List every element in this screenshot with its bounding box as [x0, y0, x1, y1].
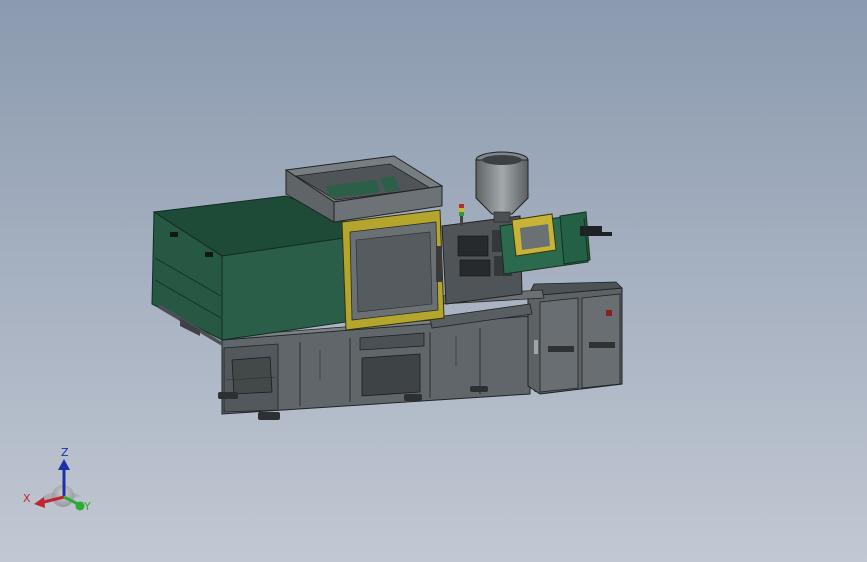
signal-tower	[459, 204, 464, 226]
triad-y-label: Y	[84, 500, 91, 513]
injection-molding-machine-model[interactable]	[0, 0, 867, 562]
injection-barrel	[499, 211, 612, 275]
coordinate-triad[interactable]	[34, 459, 85, 511]
control-cabinet	[527, 281, 623, 395]
triad-z-label: Z	[61, 446, 69, 459]
graphics-viewport[interactable]: Z X Y	[0, 0, 867, 562]
clamp-unit-housing	[151, 195, 347, 346]
triad-x-label: X	[23, 492, 31, 505]
material-hopper	[475, 151, 529, 223]
safety-door	[341, 209, 445, 331]
